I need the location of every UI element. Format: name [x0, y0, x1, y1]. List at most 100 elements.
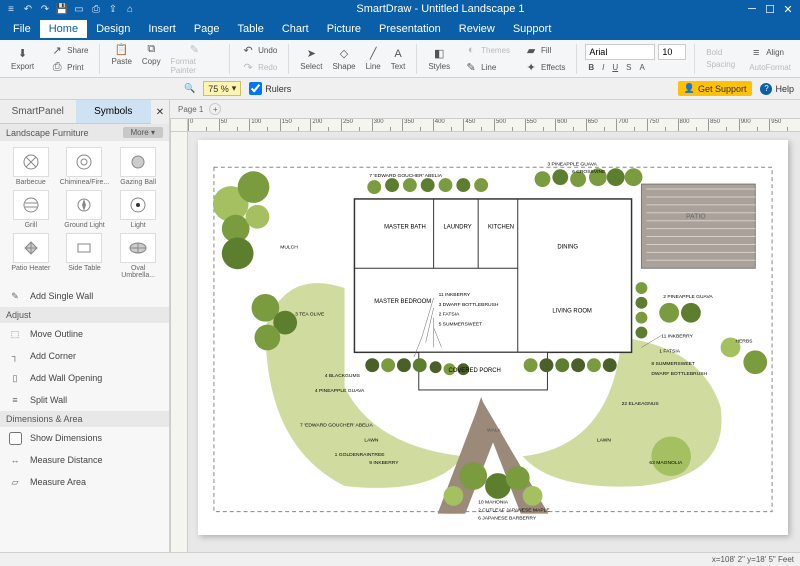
new-icon[interactable]: ▭ — [72, 2, 86, 16]
window-controls: ─ ☐ ✕ — [744, 2, 796, 16]
zoom-level[interactable]: 75 %▾ — [203, 81, 241, 96]
rulers-toggle[interactable]: Rulers — [249, 82, 291, 95]
maximize-button[interactable]: ☐ — [762, 2, 778, 16]
menu-home[interactable]: Home — [40, 20, 87, 38]
tab-smartpanel[interactable]: SmartPanel — [0, 100, 76, 124]
symbol-chiminea[interactable]: Chiminea/Fire... — [60, 147, 110, 186]
underline-button[interactable]: U — [609, 62, 621, 73]
menu-picture[interactable]: Picture — [318, 20, 370, 38]
line-button[interactable]: ╱Line — [363, 46, 384, 72]
menu-design[interactable]: Design — [87, 20, 139, 38]
share-button[interactable]: ↗Share — [47, 42, 91, 58]
show-dimensions[interactable]: Show Dimensions — [0, 427, 169, 449]
landscape-drawing[interactable]: MASTER BATH LAUNDRY KITCHEN DINING MASTE… — [206, 148, 780, 527]
add-page-button[interactable]: + — [209, 103, 221, 115]
shape-button[interactable]: ◇Shape — [329, 46, 358, 72]
menu-file[interactable]: File — [4, 20, 40, 38]
pen-icon: ✎ — [464, 60, 478, 74]
effects-button[interactable]: ✦Effects — [521, 59, 568, 75]
get-support-button[interactable]: 👤Get Support — [678, 81, 753, 96]
r-bold-button[interactable]: Bold — [703, 47, 738, 58]
font-select[interactable] — [585, 44, 655, 60]
more-button[interactable]: More ▾ — [123, 127, 163, 138]
select-button[interactable]: ➤Select — [297, 46, 325, 72]
menu-insert[interactable]: Insert — [139, 20, 185, 38]
add-single-wall[interactable]: ✎Add Single Wall — [0, 285, 169, 307]
align-button[interactable]: ≡Align — [746, 45, 794, 61]
print-button[interactable]: ⎙Print — [47, 59, 91, 75]
strike-button[interactable]: S — [623, 62, 634, 73]
line-style-button[interactable]: ✎Line — [461, 59, 513, 75]
menu-review[interactable]: Review — [450, 20, 504, 38]
export-icon[interactable]: ⇪ — [106, 2, 120, 16]
symbol-side-table[interactable]: Side Table — [60, 233, 110, 279]
help-icon: ? — [760, 83, 772, 95]
symbol-light[interactable]: Light — [113, 190, 163, 229]
qat-menu-icon[interactable]: ≡ — [4, 2, 18, 16]
styles-button[interactable]: ◧Styles — [425, 46, 453, 72]
ruler-vertical — [170, 132, 188, 552]
fontsize-select[interactable] — [658, 44, 686, 60]
text-button[interactable]: AText — [388, 46, 409, 72]
autoformat-button[interactable]: AutoFormat — [746, 62, 794, 73]
menu-chart[interactable]: Chart — [273, 20, 318, 38]
panel-close-button[interactable]: ✕ — [151, 100, 169, 124]
move-outline[interactable]: ⬚Move Outline — [0, 323, 169, 345]
measure-area[interactable]: ▱Measure Area — [0, 471, 169, 493]
bold-button[interactable]: B — [585, 62, 597, 73]
menu-presentation[interactable]: Presentation — [370, 20, 450, 38]
copy-button[interactable]: ⧉Copy — [139, 41, 164, 76]
line-icon: ╱ — [366, 47, 380, 61]
undo-button[interactable]: ↶Undo — [238, 42, 280, 58]
menu-bar: File Home Design Insert Page Table Chart… — [0, 18, 800, 40]
cursor-icon: ➤ — [304, 47, 318, 61]
redo-button[interactable]: ↷Redo — [238, 59, 280, 75]
help-button[interactable]: ?Help — [760, 83, 794, 95]
show-dim-checkbox[interactable] — [9, 432, 22, 445]
fill-button[interactable]: ▰Fill — [521, 42, 568, 58]
add-wall-opening[interactable]: ▯Add Wall Opening — [0, 367, 169, 389]
svg-text:6 CROSSVINE: 6 CROSSVINE — [572, 169, 606, 175]
save-icon[interactable]: 💾 — [55, 2, 69, 16]
export-button[interactable]: ⬇Export — [8, 46, 37, 72]
close-button[interactable]: ✕ — [780, 2, 796, 16]
spacing-button[interactable]: Spacing — [703, 59, 738, 70]
measure-distance[interactable]: ↔Measure Distance — [0, 449, 169, 471]
canvas-area: Page 1 + 0501001502002503003504004505005… — [170, 100, 800, 552]
svg-text:MASTER BEDROOM: MASTER BEDROOM — [374, 299, 431, 305]
symbol-ground-light[interactable]: Ground Light — [60, 190, 110, 229]
print-icon[interactable]: ⎙ — [89, 2, 103, 16]
undo-icon: ↶ — [241, 43, 255, 57]
zoom-search-icon[interactable]: 🔍 — [184, 83, 195, 94]
menu-page[interactable]: Page — [185, 20, 229, 38]
undo-icon[interactable]: ↶ — [21, 2, 35, 16]
symbol-grill[interactable]: Grill — [6, 190, 56, 229]
svg-text:11 INKBERRY: 11 INKBERRY — [661, 334, 693, 340]
rulers-checkbox[interactable] — [249, 82, 262, 95]
menu-support[interactable]: Support — [504, 20, 561, 38]
menu-table[interactable]: Table — [229, 20, 273, 38]
split-wall[interactable]: ≡Split Wall — [0, 389, 169, 411]
symbol-gazing-ball[interactable]: Gazing Ball — [113, 147, 163, 186]
symbol-patio-heater[interactable]: Patio Heater — [6, 233, 56, 279]
symbol-oval-umbrella[interactable]: Oval Umbrella... — [113, 233, 163, 279]
svg-text:7 'EDWARD GOUCHER' ABELIA: 7 'EDWARD GOUCHER' ABELIA — [369, 173, 442, 179]
redo-icon[interactable]: ↷ — [38, 2, 52, 16]
canvas-page[interactable]: MASTER BATH LAUNDRY KITCHEN DINING MASTE… — [198, 140, 788, 535]
add-corner[interactable]: ┐Add Corner — [0, 345, 169, 367]
minimize-button[interactable]: ─ — [744, 2, 760, 16]
fontcolor-button[interactable]: A — [636, 62, 647, 73]
home-icon[interactable]: ⌂ — [123, 2, 137, 16]
canvas-viewport[interactable]: MASTER BATH LAUNDRY KITCHEN DINING MASTE… — [188, 132, 800, 552]
svg-text:LAWN: LAWN — [364, 437, 379, 443]
themes-button[interactable]: ◐Themes — [461, 42, 513, 58]
symbol-barbecue[interactable]: Barbecue — [6, 147, 56, 186]
area-icon: ▱ — [8, 475, 22, 489]
paste-button[interactable]: 📋Paste — [108, 41, 134, 76]
tab-symbols[interactable]: Symbols — [76, 100, 152, 124]
svg-text:11 INKBERRY: 11 INKBERRY — [439, 292, 471, 298]
format-painter-button[interactable]: ✎Format Painter — [168, 41, 222, 76]
effects-icon: ✦ — [524, 60, 538, 74]
chevron-down-icon: ▾ — [232, 83, 237, 94]
italic-button[interactable]: I — [599, 62, 607, 73]
